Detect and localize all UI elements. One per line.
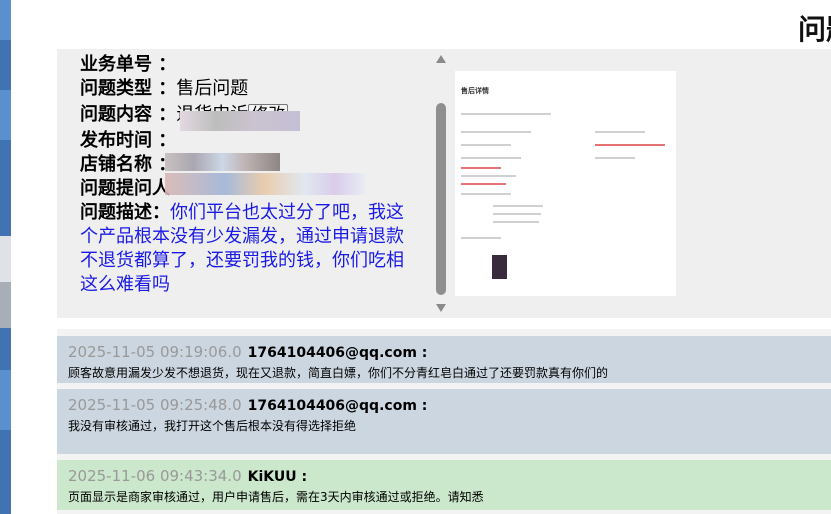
message-user: 1764104406@qq.com : — [247, 345, 428, 361]
redacted-block — [180, 111, 300, 131]
info-scrollbar[interactable] — [432, 49, 450, 318]
publish-time-row: 发布时间 ： — [80, 129, 176, 153]
issue-type-value: 售后问题 — [176, 78, 249, 99]
order-number-row: 业务单号 ： — [80, 53, 176, 77]
message-time: 2025-11-05 09:19:06.0 — [68, 343, 242, 361]
message-item: 2025-11-05 09:19:06.0 1764104406@qq.com :… — [57, 336, 831, 383]
attachment-line — [461, 144, 511, 146]
message-header: 2025-11-05 09:19:06.0 1764104406@qq.com : — [68, 342, 427, 361]
attachment-line — [461, 183, 506, 185]
submitter-row: 问题提问人 — [80, 177, 170, 201]
message-text: 顾客故意用漏发少发不想退货，现在又退款，简直白嫖，你们不分青红皂白通过了还要罚款… — [68, 366, 609, 380]
page-title: 问题 — [798, 13, 831, 46]
description-label: 问题描述： — [80, 202, 170, 223]
attachment-line — [461, 167, 501, 169]
attachment-line — [493, 205, 543, 207]
attachment-line — [493, 221, 539, 223]
redacted-block — [165, 173, 365, 195]
scroll-up-arrow-icon[interactable] — [436, 55, 446, 63]
order-number-label: 业务单号 ： — [80, 54, 177, 75]
attachment-product-photo — [492, 255, 507, 279]
attachment-line — [595, 131, 645, 133]
issue-type-row: 问题类型 ：售后问题 — [80, 77, 248, 101]
attachment-line — [461, 157, 521, 159]
message-user: 1764104406@qq.com : — [247, 398, 428, 414]
attachment-line — [461, 237, 501, 239]
shop-name-row: 店铺名称 ： — [80, 153, 176, 177]
message-header: 2025-11-05 09:25:48.0 1764104406@qq.com : — [68, 395, 427, 414]
message-item: 2025-11-06 09:43:34.0 KiKUU : 页面显示是商家审核通过… — [57, 460, 831, 510]
left-sidebar-strip — [0, 0, 11, 514]
scroll-thumb[interactable] — [436, 103, 446, 295]
attachment-title: 售后详情 — [461, 87, 489, 95]
redacted-block — [165, 153, 280, 171]
message-time: 2025-11-06 09:43:34.0 — [68, 467, 242, 485]
strip-segment — [0, 370, 11, 430]
attachment-line — [595, 157, 635, 159]
issue-info-panel: 业务单号 ： 问题类型 ：售后问题 问题内容 ：退货申诉修改 发布时间 ： 店铺… — [57, 49, 432, 318]
strip-segment — [0, 236, 11, 282]
strip-segment — [0, 282, 11, 328]
strip-segment — [0, 0, 11, 40]
attachment-line — [461, 113, 551, 115]
issue-content-label: 问题内容 ： — [80, 104, 177, 125]
message-text: 页面显示是商家审核通过，用户申请售后，需在3天内审核通过或拒绝。请知悉 — [68, 490, 484, 504]
attachment-line — [461, 131, 531, 133]
message-header: 2025-11-06 09:43:34.0 KiKUU : — [68, 466, 307, 485]
attachment-line — [461, 193, 511, 195]
attachment-screenshot[interactable]: 售后详情 — [455, 71, 676, 296]
message-item: 2025-11-05 09:25:48.0 1764104406@qq.com :… — [57, 389, 831, 454]
strip-segment — [0, 90, 11, 140]
message-time: 2025-11-05 09:25:48.0 — [68, 396, 242, 414]
submitter-label: 问题提问人 — [80, 178, 170, 199]
message-user: KiKUU : — [247, 469, 308, 485]
shop-name-label: 店铺名称 ： — [80, 154, 177, 175]
issue-type-label: 问题类型 ： — [80, 78, 177, 99]
attachment-line — [493, 213, 541, 215]
attachment-line — [461, 175, 516, 177]
issue-description: 问题描述：你们平台也太过分了吧，我这个产品根本没有少发漏发，通过申请退款不退货都… — [80, 201, 420, 297]
attachment-line — [595, 144, 665, 146]
message-text: 我没有审核通过，我打开这个售后根本没有得选择拒绝 — [68, 419, 357, 433]
scroll-down-arrow-icon[interactable] — [436, 304, 446, 312]
publish-time-label: 发布时间 ： — [80, 130, 177, 151]
